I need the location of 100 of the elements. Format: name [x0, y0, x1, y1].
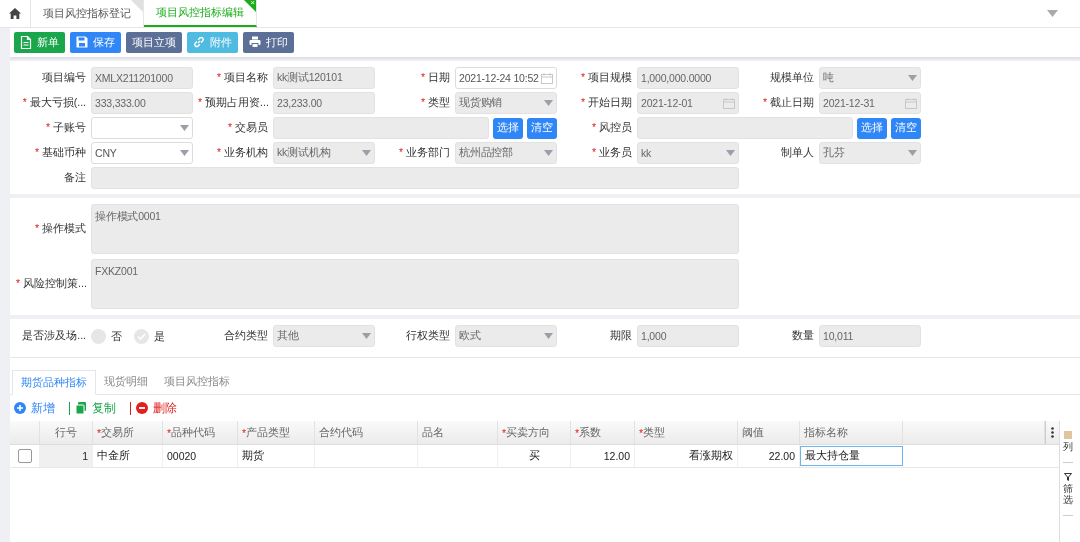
input-field: 23,233.00 [273, 92, 375, 114]
column-header: *类型 [635, 421, 738, 444]
select-field[interactable]: CNY [91, 142, 193, 164]
required-mark: * [398, 146, 403, 158]
field-label: * 最大亏损(... [22, 96, 86, 110]
required-mark: * [502, 426, 507, 439]
required-mark: * [34, 222, 39, 234]
detail-tab[interactable]: 现货明细 [96, 370, 156, 394]
grid-action-button[interactable]: 删除 [136, 399, 177, 417]
input-field: kk测试120101 [273, 67, 375, 89]
field-label: * 业务部门 [398, 146, 450, 160]
close-icon[interactable]: × [250, 0, 255, 7]
toolbar-button[interactable]: 新单 [14, 32, 65, 53]
input-field: 10,011 [819, 325, 921, 347]
select-field: 欧式 [455, 325, 557, 347]
select-field: kk测试机构 [273, 142, 375, 164]
field-label: 是否涉及场... [22, 329, 86, 343]
select-field: kk [637, 142, 739, 164]
required-mark: * [762, 96, 767, 108]
input-field: 1,000 [637, 325, 739, 347]
column-header: 合约代码 [315, 421, 418, 444]
column-header: 指标名称 [800, 421, 903, 444]
table-cell: 中金所 [93, 445, 163, 467]
field-label: 制单人 [781, 146, 814, 160]
side-panel-button[interactable]: 列 [1063, 421, 1073, 463]
field-label: 数量 [792, 329, 814, 343]
required-mark: * [580, 71, 585, 83]
date-field: 2021-12-01 [637, 92, 739, 114]
column-header: 品名 [418, 421, 498, 444]
field-label: * 日期 [420, 71, 450, 85]
column-header: 阈值 [738, 421, 800, 444]
required-mark: * [575, 426, 580, 439]
column-header: *交易所 [93, 421, 163, 444]
required-mark: * [16, 277, 21, 289]
field-label: * 项目名称 [216, 71, 268, 85]
input-field: XMLX211201000 [91, 67, 193, 89]
required-mark: * [420, 96, 425, 108]
field-label: * 业务员 [591, 146, 632, 160]
table-cell: 00020 [163, 445, 238, 467]
side-panel-button[interactable]: 筛选 [1063, 463, 1073, 516]
required-mark: * [22, 96, 27, 108]
radio-label: 是 [154, 328, 165, 344]
column-header: 行号 [40, 421, 93, 444]
column-header: *系数 [571, 421, 635, 444]
field-label: * 预期占用资... [198, 96, 268, 110]
toolbar-button[interactable]: 打印 [243, 32, 294, 53]
field-label: 行权类型 [406, 329, 450, 343]
text-area: FXKZ001 [91, 259, 739, 309]
required-mark: * [97, 426, 102, 439]
required-mark: * [45, 121, 50, 133]
required-mark: * [591, 121, 596, 133]
toolbar-button[interactable]: 项目立项 [126, 32, 182, 53]
grid-action-button[interactable]: 新增 [14, 399, 55, 417]
required-mark: * [639, 426, 644, 439]
field-label: * 业务机构 [216, 146, 268, 160]
grid-action-button[interactable]: 复制 [75, 399, 116, 417]
text-area: 操作模式0001 [91, 204, 739, 254]
select-field: 吨 [819, 67, 921, 89]
table-cell: 期货 [238, 445, 315, 467]
table-cell: 12.00 [571, 445, 635, 467]
toolbar-button[interactable]: 附件 [187, 32, 238, 53]
toolbar-button[interactable]: 保存 [70, 32, 121, 53]
input-field: 1,000,000.0000 [637, 67, 739, 89]
select-field: 其他 [273, 325, 375, 347]
select-field: 孔芬 [819, 142, 921, 164]
required-mark: * [198, 96, 203, 108]
page-tab[interactable]: 项目风控指标登记 [31, 0, 144, 27]
date-field: 2021-12-31 [819, 92, 921, 114]
table-cell: 看涨期权 [635, 445, 738, 467]
column-header: *产品类型 [238, 421, 315, 444]
column-header: *品种代码 [163, 421, 238, 444]
required-mark: * [242, 426, 247, 439]
field-label: * 开始日期 [580, 96, 632, 110]
required-mark: * [591, 146, 596, 158]
field-label: * 基础币种 [34, 146, 86, 160]
field-label: * 类型 [420, 96, 450, 110]
field-label: * 子账号 [45, 121, 86, 135]
required-mark: * [167, 426, 172, 439]
field-label: 项目编号 [42, 71, 86, 85]
select-field: 现货购销 [455, 92, 557, 114]
required-mark: * [34, 146, 39, 158]
input-field: 333,333.00 [91, 92, 193, 114]
field-label: * 截止日期 [762, 96, 814, 110]
field-label: * 项目规模 [580, 71, 632, 85]
field-label: * 风险控制策... [16, 277, 86, 291]
detail-tab[interactable]: 项目风控指标 [156, 370, 238, 394]
field-label: * 操作模式 [34, 222, 86, 236]
cell-input[interactable]: 最大持仓量 [800, 446, 903, 466]
field-label: 合约类型 [224, 329, 268, 343]
required-mark: * [580, 96, 585, 108]
detail-tab[interactable]: 期货品种指标 [12, 370, 96, 395]
date-field[interactable]: 2021-12-24 10:52 [455, 67, 557, 89]
required-mark: * [420, 71, 425, 83]
field-label: 期限 [610, 329, 632, 343]
field-label: 规模单位 [770, 71, 814, 85]
field-label: 备注 [64, 171, 86, 185]
table-cell: 1 [40, 445, 93, 467]
table-cell: 买 [498, 445, 571, 467]
required-mark: * [216, 71, 221, 83]
field-label: * 交易员 [227, 121, 268, 135]
